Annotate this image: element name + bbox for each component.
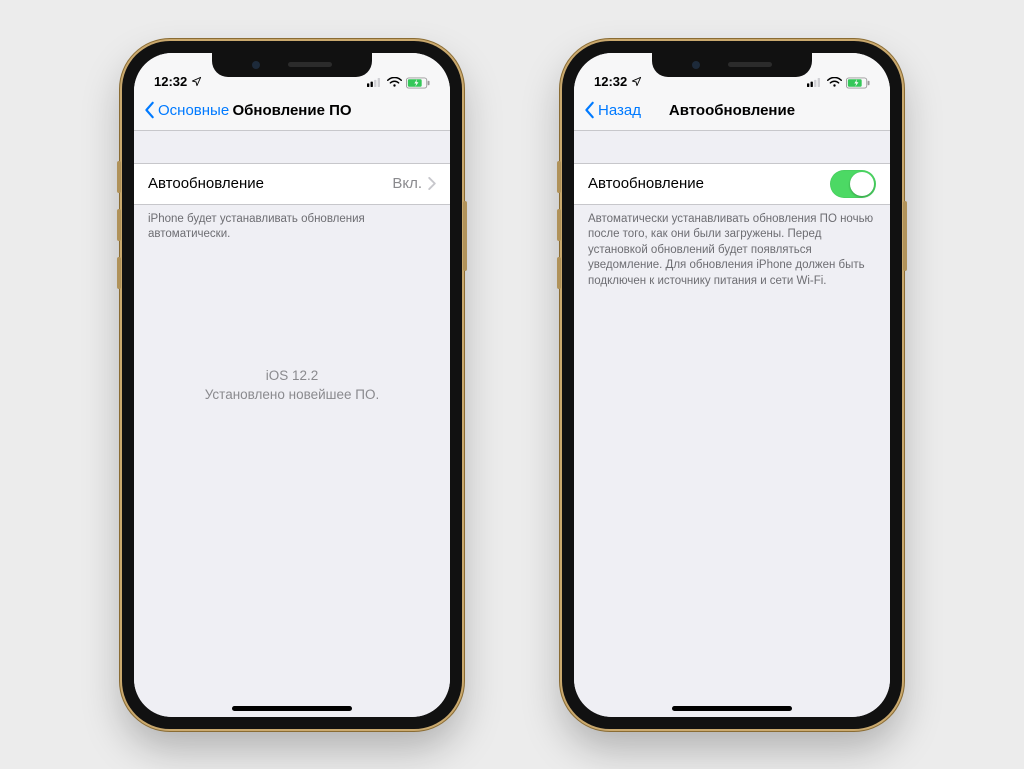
row-auto-update[interactable]: Автообновление Вкл. <box>134 163 450 205</box>
battery-charging-icon <box>846 77 870 89</box>
home-indicator[interactable] <box>232 706 352 711</box>
wifi-icon <box>387 77 402 88</box>
update-status-message: iOS 12.2 Установлено новейшее ПО. <box>134 366 450 405</box>
notch <box>212 53 372 77</box>
battery-charging-icon <box>406 77 430 89</box>
back-button[interactable]: Назад <box>580 91 645 130</box>
location-icon <box>631 76 642 87</box>
chevron-left-icon <box>584 101 596 119</box>
screen-left: 12:32 <box>134 53 450 717</box>
row-label: Автообновление <box>148 175 264 192</box>
back-button[interactable]: Основные <box>140 91 233 130</box>
auto-update-toggle[interactable] <box>830 170 876 198</box>
row-auto-update-toggle: Автообновление <box>574 163 890 205</box>
nav-bar: Назад Автообновление <box>574 91 890 131</box>
status-time: 12:32 <box>154 74 187 89</box>
update-status-text: Установлено новейшее ПО. <box>134 385 450 405</box>
notch <box>652 53 812 77</box>
row-label: Автообновление <box>588 175 704 192</box>
signal-icon <box>807 77 823 88</box>
phone-frame-left: 12:32 <box>122 41 462 729</box>
content-area: Автообновление Автоматически устанавлива… <box>574 131 890 717</box>
chevron-right-icon <box>428 177 436 190</box>
ios-version: iOS 12.2 <box>134 366 450 386</box>
wifi-icon <box>827 77 842 88</box>
row-value: Вкл. <box>392 175 422 192</box>
status-time: 12:32 <box>594 74 627 89</box>
screen-right: 12:32 <box>574 53 890 717</box>
section-footer: iPhone будет устанавливать обновления ав… <box>134 205 450 243</box>
phone-frame-right: 12:32 <box>562 41 902 729</box>
chevron-left-icon <box>144 101 156 119</box>
signal-icon <box>367 77 383 88</box>
content-area: Автообновление Вкл. iPhone будет устанав… <box>134 131 450 717</box>
section-footer: Автоматически устанавливать обновления П… <box>574 205 890 290</box>
back-label: Основные <box>158 102 229 119</box>
back-label: Назад <box>598 102 641 119</box>
nav-bar: Основные Обновление ПО <box>134 91 450 131</box>
location-icon <box>191 76 202 87</box>
home-indicator[interactable] <box>672 706 792 711</box>
